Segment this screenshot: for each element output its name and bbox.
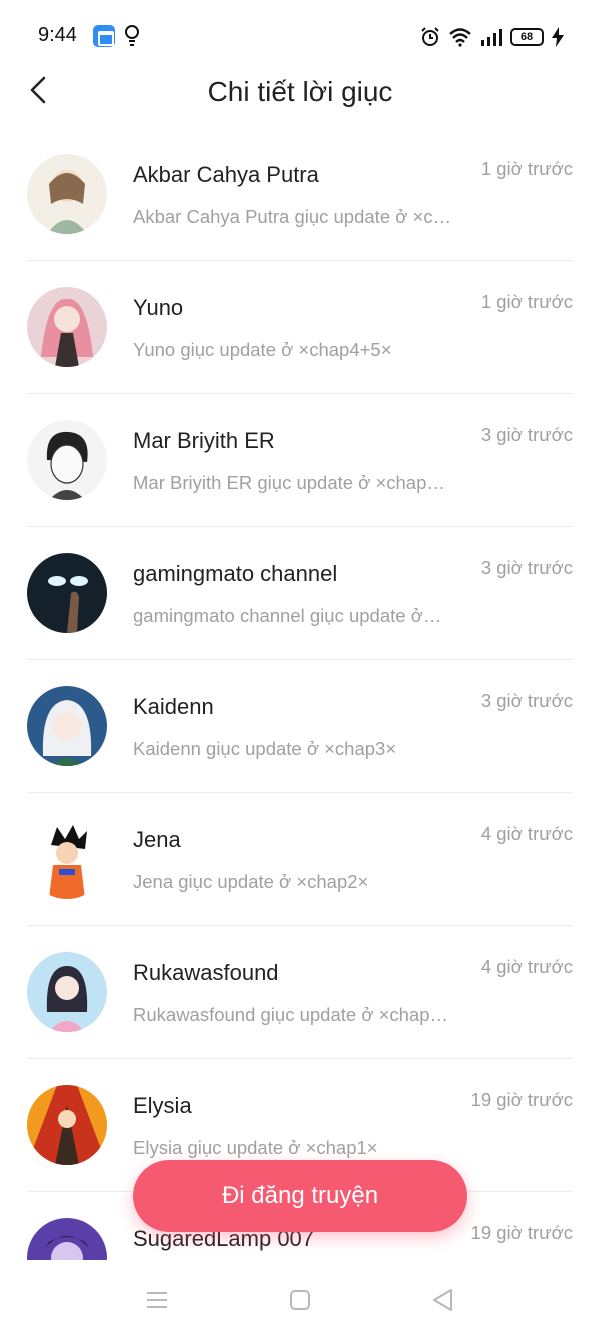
user-name: gamingmato channel	[133, 561, 338, 586]
nav-menu-button[interactable]	[139, 1282, 175, 1318]
user-name: Rukawasfound	[133, 960, 279, 985]
system-nav-bar	[0, 1262, 600, 1333]
reminder-message: Akbar Cahya Putra giục update ở ×c…	[133, 206, 452, 227]
list-item[interactable]: Akbar Cahya Putra Akbar Cahya Putra giục…	[27, 128, 573, 261]
user-name: Kaidenn	[133, 694, 214, 719]
status-time: 9:44	[38, 24, 77, 46]
home-square-icon	[290, 1290, 310, 1310]
avatar[interactable]	[27, 952, 107, 1032]
reminder-message: Yuno giục update ở ×chap4+5×	[133, 339, 392, 360]
reminder-time: 1 giờ trước	[480, 158, 573, 179]
reminder-time: 3 giờ trước	[480, 424, 573, 445]
wifi-icon	[449, 28, 471, 47]
reminder-message: gamingmato channel giục update ở…	[133, 605, 442, 626]
user-name: Akbar Cahya Putra	[133, 162, 319, 187]
header: Chi tiết lời giục	[0, 62, 600, 122]
reminder-time: 3 giờ trước	[480, 690, 573, 711]
list-item[interactable]: Jena Jena giục update ở ×chap2× 4 giờ tr…	[27, 793, 573, 926]
app-store-icon	[93, 25, 115, 47]
reminder-message: Elysia giục update ở ×chap1×	[133, 1137, 378, 1158]
avatar[interactable]	[27, 1218, 107, 1260]
reminder-time: 1 giờ trước	[480, 291, 573, 312]
status-icons: 68	[420, 24, 564, 50]
back-triangle-icon	[433, 1289, 452, 1311]
reminder-time: 4 giờ trước	[480, 823, 573, 844]
user-name: Jena	[133, 827, 181, 852]
user-name: Elysia	[133, 1093, 192, 1118]
reminder-time: 3 giờ trước	[480, 557, 573, 578]
avatar[interactable]	[27, 1085, 107, 1165]
avatar[interactable]	[27, 553, 107, 633]
reminder-time: 19 giờ trước	[470, 1222, 573, 1243]
avatar[interactable]	[27, 154, 107, 234]
list-item[interactable]: Mar Briyith ER Mar Briyith ER giục updat…	[27, 394, 573, 527]
list-item[interactable]: Rukawasfound Rukawasfound giục update ở …	[27, 926, 573, 1059]
user-name: Mar Briyith ER	[133, 428, 275, 453]
charging-icon	[552, 27, 564, 47]
reminder-time: 4 giờ trước	[480, 956, 573, 977]
nav-back-button[interactable]	[424, 1282, 460, 1318]
menu-icon	[147, 1292, 167, 1308]
reminder-message: Kaidenn giục update ở ×chap3×	[133, 738, 397, 759]
signal-icon	[481, 29, 502, 46]
reminder-list[interactable]: Akbar Cahya Putra Akbar Cahya Putra giục…	[0, 128, 600, 1260]
avatar[interactable]	[27, 819, 107, 899]
reminder-message: Jena giục update ở ×chap2×	[133, 871, 369, 892]
list-item[interactable]: Yuno Yuno giục update ở ×chap4+5× 1 giờ …	[27, 261, 573, 394]
avatar[interactable]	[27, 287, 107, 367]
post-story-button[interactable]: Đi đăng truyện	[133, 1160, 467, 1232]
nav-home-button[interactable]	[282, 1282, 318, 1318]
avatar[interactable]	[27, 686, 107, 766]
reminder-message: Rukawasfound giục update ở ×chap…	[133, 1004, 449, 1025]
bulb-icon	[125, 25, 139, 46]
battery-icon: 68	[510, 28, 544, 46]
list-item[interactable]: gamingmato channel gamingmato channel gi…	[27, 527, 573, 660]
alarm-icon	[421, 27, 439, 46]
reminder-message: Mar Briyith ER giục update ở ×chap…	[133, 472, 445, 493]
list-item[interactable]: Kaidenn Kaidenn giục update ở ×chap3× 3 …	[27, 660, 573, 793]
page-title: Chi tiết lời giục	[207, 76, 393, 107]
reminder-time: 19 giờ trước	[470, 1089, 573, 1110]
user-name: Yuno	[133, 295, 184, 320]
avatar[interactable]	[27, 420, 107, 500]
